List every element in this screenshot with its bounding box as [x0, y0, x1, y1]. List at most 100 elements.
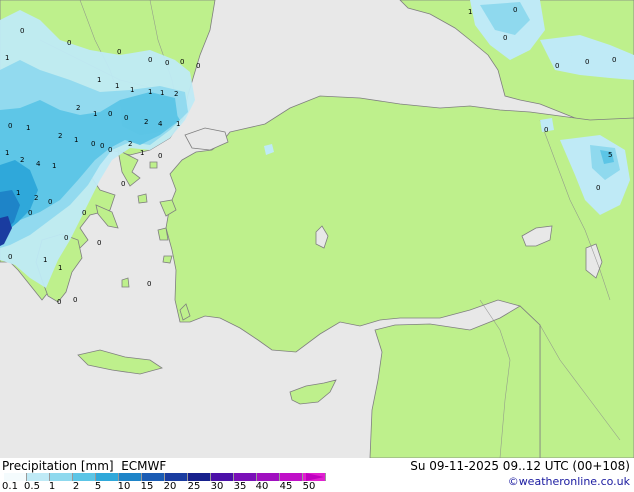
map-value: 0 — [165, 59, 169, 67]
legend-swatch — [280, 473, 303, 481]
map-canvas: 0 0 1 0 0 0 1 1 1 1 1 2 1 0 0 2 4 2 1 0 … — [0, 0, 634, 458]
legend-swatch — [211, 473, 234, 481]
map-value: 1 — [115, 82, 119, 90]
map-value: 0 — [73, 296, 77, 304]
map-value: 1 — [140, 149, 144, 157]
map-value: 0 — [612, 56, 616, 64]
legend-tick-label: 0.1 — [2, 481, 18, 492]
map-value: 0 — [67, 39, 71, 47]
map-value: 1 — [160, 89, 164, 97]
map-value: 1 — [16, 189, 20, 197]
lemnos-land — [137, 193, 148, 204]
legend-tick-label: 40 — [255, 481, 269, 492]
map-value: 1 — [176, 120, 180, 128]
map-value: 0 — [196, 62, 200, 70]
map-value: 2 — [144, 118, 148, 126]
map-value: 1 — [5, 54, 9, 62]
map-value: 0 — [158, 152, 162, 160]
map-value: 2 — [174, 90, 178, 98]
map-footer: Precipitation [mm] ECMWF Su 09-11-2025 0… — [0, 458, 634, 492]
legend-tick-label: 0.5 — [24, 481, 40, 492]
legend-overflow-arrow — [306, 473, 324, 481]
map-value: 0 — [108, 146, 112, 154]
map-value: 1 — [26, 124, 30, 132]
map-value: 1 — [5, 149, 9, 157]
legend-title: Precipitation [mm] ECMWF — [2, 459, 166, 473]
map-value: 0 — [82, 209, 86, 217]
legend-swatch — [96, 473, 119, 481]
map-value: 0 — [91, 140, 95, 148]
legend-swatch — [165, 473, 188, 481]
map-value: 0 — [20, 27, 24, 35]
thasos-land — [149, 161, 158, 169]
map-value: 1 — [148, 88, 152, 96]
map-value: 1 — [43, 256, 47, 264]
map-value: 0 — [117, 48, 121, 56]
legend-swatch — [234, 473, 257, 481]
precipitation-map: 0 0 1 0 0 0 1 1 1 1 1 2 1 0 0 2 4 2 1 0 … — [0, 0, 634, 458]
map-value: 0 — [121, 180, 125, 188]
legend-tick-label: 30 — [210, 481, 224, 492]
legend-swatch — [50, 473, 73, 481]
map-value: 0 — [8, 253, 12, 261]
map-value: 0 — [48, 198, 52, 206]
map-value: 4 — [158, 120, 163, 128]
map-value: 0 — [147, 280, 151, 288]
samos-land — [162, 255, 173, 264]
map-value: 1 — [52, 162, 56, 170]
map-value: 0 — [108, 110, 112, 118]
map-value: 0 — [28, 209, 32, 217]
map-value: 2 — [128, 140, 132, 148]
map-value: 0 — [57, 298, 61, 306]
map-value: 2 — [20, 156, 24, 164]
legend-swatch — [257, 473, 280, 481]
legend-tick-label: 15 — [140, 481, 154, 492]
map-value: 0 — [585, 58, 589, 66]
map-value: 0 — [97, 239, 101, 247]
precip-title: Precipitation [mm] — [2, 459, 114, 473]
map-value: 2 — [76, 104, 80, 112]
map-value: 0 — [64, 234, 68, 242]
map-value: 0 — [513, 6, 517, 14]
map-value: 0 — [555, 62, 559, 70]
legend-swatch — [4, 473, 27, 481]
map-value: 1 — [58, 264, 62, 272]
legend-tick-label: 5 — [94, 481, 102, 492]
map-value: 1 — [74, 136, 78, 144]
map-value: 1 — [97, 76, 101, 84]
legend-swatch — [27, 473, 50, 481]
model-name: ECMWF — [121, 459, 167, 473]
legend-swatch — [188, 473, 211, 481]
valid-datetime: Su 09-11-2025 09..12 UTC (00+108) — [410, 459, 630, 473]
map-value: 0 — [124, 114, 128, 122]
legend-tick-label: 1 — [48, 481, 56, 492]
map-value: 0 — [544, 126, 548, 134]
legend-tick-label: 35 — [233, 481, 247, 492]
map-value: 0 — [148, 56, 152, 64]
legend-tick-label: 10 — [117, 481, 131, 492]
map-value: 5 — [608, 151, 612, 159]
levant-land — [369, 305, 541, 458]
precip-dot-east — [555, 44, 572, 58]
map-value: 1 — [93, 110, 97, 118]
map-value: 1 — [468, 8, 472, 16]
legend-color-bar — [4, 473, 326, 481]
map-value: 4 — [36, 160, 41, 168]
legend-tick-label: 45 — [279, 481, 293, 492]
map-value: 0 — [503, 34, 507, 42]
chios-land — [157, 227, 169, 241]
map-value: 0 — [180, 58, 184, 66]
naxos-land — [121, 277, 130, 288]
legend-swatch — [119, 473, 142, 481]
map-value: 2 — [34, 194, 38, 202]
map-value: 0 — [596, 184, 600, 192]
legend-tick-label: 20 — [163, 481, 177, 492]
map-value: 1 — [130, 86, 134, 94]
map-value: 0 — [100, 142, 104, 150]
credit-link[interactable]: ©weatheronline.co.uk — [508, 475, 630, 488]
legend-tick-label: 50 — [302, 481, 316, 492]
legend-tick-label: 25 — [187, 481, 201, 492]
legend-tick-label: 2 — [72, 481, 80, 492]
legend-swatch — [73, 473, 96, 481]
map-value: 0 — [8, 122, 12, 130]
